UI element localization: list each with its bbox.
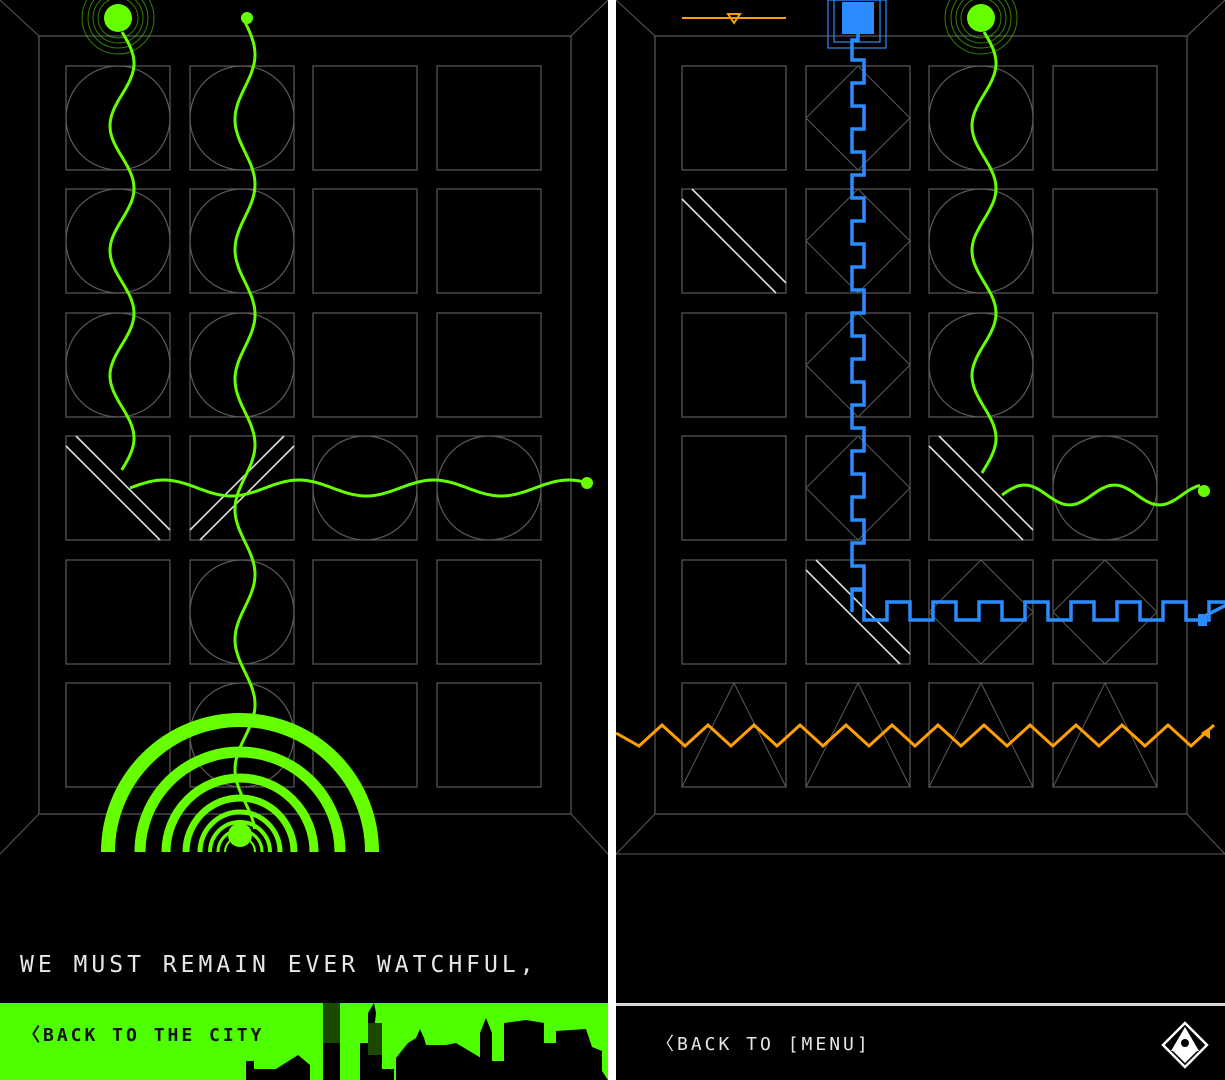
chevron-left-icon: 〈	[22, 1025, 43, 1046]
grid-cell[interactable]	[1052, 188, 1158, 294]
right-puzzle-board[interactable]	[616, 0, 1225, 1003]
circle-filter-icon	[189, 65, 295, 171]
circle-filter-icon	[189, 312, 295, 418]
grid-cell[interactable]	[681, 312, 787, 418]
grid-cell[interactable]	[312, 559, 418, 665]
mirror-icon[interactable]	[691, 188, 787, 284]
circle-filter-icon	[436, 435, 542, 541]
left-game-panel: WE MUST REMAIN EVER WATCHFUL, 〈BACK TO T…	[0, 0, 608, 1080]
mirror-icon[interactable]	[65, 445, 161, 541]
triangle-filter-icon	[1052, 681, 1158, 788]
frame-corner-line	[570, 813, 608, 855]
grid-cell[interactable]	[1052, 65, 1158, 171]
green-emitter-icon[interactable]	[967, 4, 995, 32]
frame-corner-line	[616, 0, 656, 37]
city-skyline-icon	[246, 1003, 608, 1080]
sine-wave-signal	[233, 21, 257, 830]
grid-cell[interactable]	[312, 65, 418, 171]
grid-cell[interactable]	[1052, 312, 1158, 418]
back-to-menu-link[interactable]: 〈BACK TO [MENU]	[656, 1030, 871, 1056]
green-emitter-icon[interactable]	[104, 4, 132, 32]
signal-endpoint-icon	[1198, 485, 1210, 497]
grid-cell[interactable]	[805, 188, 911, 294]
receiver-icon[interactable]	[228, 823, 252, 847]
chevron-left-icon: 〈	[656, 1034, 677, 1055]
grid-cell[interactable]	[681, 559, 787, 665]
grid-cell[interactable]	[65, 435, 171, 541]
circle-filter-icon	[65, 65, 171, 171]
mirror-icon[interactable]	[75, 435, 171, 531]
grid-cell[interactable]	[681, 188, 787, 294]
left-puzzle-board[interactable]	[0, 0, 608, 1003]
grid-cell[interactable]	[65, 559, 171, 665]
grid-cell[interactable]	[436, 682, 542, 788]
sine-wave-signal	[1001, 483, 1201, 507]
grid-cell[interactable]	[189, 435, 295, 541]
grid-cell[interactable]	[1052, 682, 1158, 788]
signal-endpoint-icon	[241, 12, 253, 24]
board-frame	[654, 35, 1188, 815]
blue-receiver-icon[interactable]	[1198, 614, 1207, 626]
story-message: WE MUST REMAIN EVER WATCHFUL,	[20, 952, 538, 978]
grid-cell[interactable]	[312, 682, 418, 788]
panel-divider	[608, 0, 616, 1080]
mirror-icon[interactable]	[189, 435, 285, 531]
back-to-menu-label: BACK TO [MENU]	[677, 1034, 871, 1055]
signal-endpoint-icon	[581, 477, 593, 489]
grid-cell[interactable]	[436, 312, 542, 418]
mirror-icon[interactable]	[938, 435, 1034, 531]
sine-wave-signal	[108, 31, 136, 471]
mirror-icon[interactable]	[928, 445, 1024, 541]
grid-cell[interactable]	[436, 65, 542, 171]
eye-triangle-diamond-icon[interactable]	[1161, 1021, 1209, 1069]
diamond-filter-icon	[928, 559, 1034, 665]
back-to-menu-bar: 〈BACK TO [MENU]	[616, 1003, 1225, 1080]
grid-cell[interactable]	[928, 559, 1034, 665]
grid-cell[interactable]	[805, 559, 911, 665]
diamond-filter-icon	[805, 312, 911, 418]
diamond-filter-icon	[805, 188, 911, 294]
sine-wave-signal	[129, 478, 587, 498]
grid-cell[interactable]	[436, 188, 542, 294]
grid-cell[interactable]	[312, 188, 418, 294]
grid-cell[interactable]	[65, 682, 171, 788]
blue-emitter-icon[interactable]	[842, 2, 874, 34]
frame-corner-line	[570, 0, 608, 37]
grid-cell[interactable]	[681, 65, 787, 171]
frame-corner-line	[1186, 0, 1225, 37]
grid-cell[interactable]	[436, 559, 542, 665]
back-to-city-bar[interactable]: 〈BACK TO THE CITY	[0, 1003, 608, 1080]
right-game-panel: 〈BACK TO [MENU]	[616, 0, 1225, 1080]
sine-wave-signal	[970, 31, 998, 474]
frame-corner-line	[1186, 813, 1225, 855]
grid-cell[interactable]	[681, 435, 787, 541]
circle-filter-icon	[189, 682, 295, 788]
frame-corner-line	[0, 0, 40, 37]
grid-cell[interactable]	[928, 435, 1034, 541]
frame-corner-line	[0, 813, 40, 855]
frame-corner-line	[616, 813, 656, 855]
square-wave-signal	[850, 34, 1225, 622]
grid-cell[interactable]	[805, 312, 911, 418]
back-to-city-link[interactable]: 〈BACK TO THE CITY	[22, 1021, 264, 1047]
back-to-city-label: BACK TO THE CITY	[43, 1025, 265, 1046]
grid-cell[interactable]	[312, 312, 418, 418]
mirror-icon[interactable]	[681, 198, 777, 294]
triangle-wave-signal	[616, 722, 1216, 749]
